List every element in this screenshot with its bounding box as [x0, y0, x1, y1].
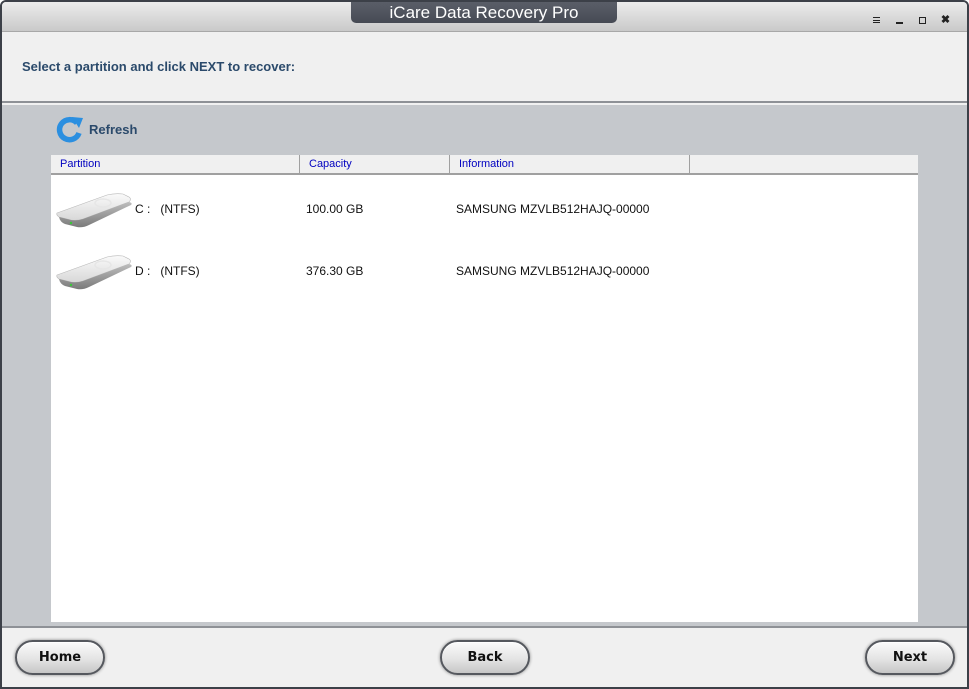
column-header-capacity[interactable]: Capacity: [300, 155, 450, 173]
refresh-icon: [56, 116, 83, 143]
instruction-text: Select a partition and click NEXT to rec…: [22, 59, 296, 74]
hard-drive-icon: [56, 255, 132, 290]
window-title: iCare Data Recovery Pro: [351, 2, 617, 23]
close-button[interactable]: ✖: [934, 12, 957, 28]
column-header-information[interactable]: Information: [450, 155, 690, 173]
back-button[interactable]: Back: [440, 640, 530, 675]
menu-icon: [873, 17, 880, 23]
partition-capacity: 100.00 GB: [306, 202, 364, 216]
partition-name: D : (NTFS): [135, 264, 200, 278]
refresh-label: Refresh: [89, 121, 138, 137]
minimize-button[interactable]: [888, 12, 911, 28]
maximize-icon: [919, 16, 926, 24]
filesystem: (NTFS): [160, 202, 200, 216]
partition-capacity: 376.30 GB: [306, 264, 364, 278]
drive-letter: D :: [135, 264, 151, 278]
drive-letter: C :: [135, 202, 151, 216]
table-header: Partition Capacity Information: [51, 155, 918, 175]
window-controls: ✖: [865, 12, 957, 28]
partition-information: SAMSUNG MZVLB512HAJQ-00000: [456, 264, 650, 278]
menu-button[interactable]: [865, 12, 888, 28]
maximize-button[interactable]: [911, 12, 934, 28]
navigation-footer: Home Back Next: [2, 626, 967, 687]
next-button[interactable]: Next: [865, 640, 955, 675]
partition-information: SAMSUNG MZVLB512HAJQ-00000: [456, 202, 650, 216]
column-header-partition[interactable]: Partition: [51, 155, 300, 173]
table-row[interactable]: C : (NTFS) 100.00 GB SAMSUNG MZVLB512HAJ…: [51, 177, 918, 237]
column-header-empty[interactable]: [690, 155, 918, 173]
app-window: iCare Data Recovery Pro ✖ Select a parti…: [0, 0, 969, 689]
partition-name: C : (NTFS): [135, 202, 200, 216]
hard-drive-icon: [56, 193, 132, 228]
refresh-button[interactable]: Refresh: [55, 114, 137, 144]
close-icon: ✖: [940, 13, 951, 26]
minimize-icon: [896, 21, 903, 24]
partition-panel: Refresh Partition Capacity Information C…: [2, 105, 967, 626]
partition-table: Partition Capacity Information C: (NTFS…: [51, 155, 918, 622]
filesystem: (NTFS): [160, 264, 200, 278]
home-button[interactable]: Home: [15, 640, 105, 675]
table-row[interactable]: D : (NTFS) 376.30 GB SAMSUNG MZVLB512HAJ…: [51, 239, 918, 299]
instruction-header: Select a partition and click NEXT to rec…: [2, 32, 967, 103]
title-bar[interactable]: iCare Data Recovery Pro ✖: [2, 2, 967, 32]
